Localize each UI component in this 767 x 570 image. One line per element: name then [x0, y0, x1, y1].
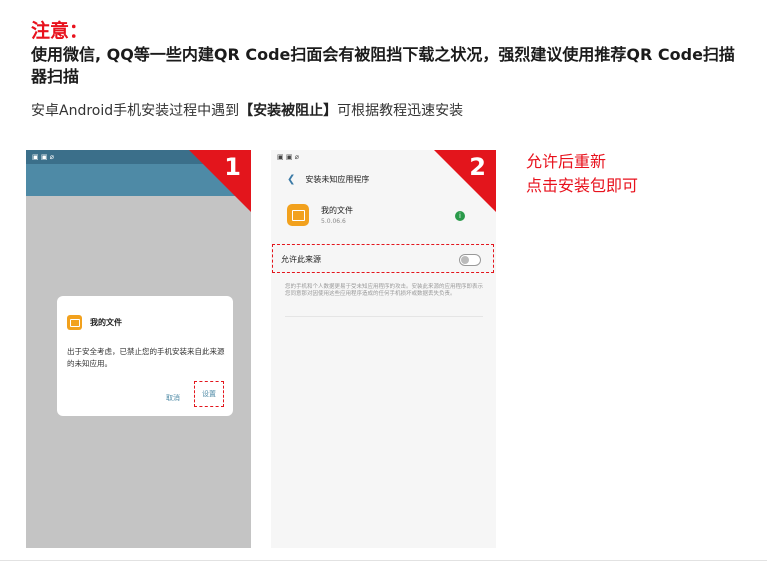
- dialog-message: 出于安全考虑，已禁止您的手机安装来自此来源的未知应用。: [67, 347, 225, 368]
- phone-screenshot-1: ▣ ▣ ⌀ ◀ ▣ ≋ .ıl 10 1 我的文件 出于安全考虑，已禁止您的手机…: [26, 150, 251, 548]
- side-note-line1: 允许后重新: [526, 152, 607, 171]
- instruction-bold: 【安装被阻止】: [239, 103, 338, 119]
- status-icons-left: ▣ ▣ ⌀: [32, 153, 54, 161]
- warning-description: 您的手机和个人数据更易于受未知应用程序的攻击。安装此来源的应用程序即表示您同意那…: [285, 284, 484, 297]
- allow-source-label: 允许此来源: [281, 255, 321, 264]
- back-arrow-icon[interactable]: ❮: [287, 174, 295, 185]
- step-badge: [189, 150, 251, 212]
- settings-title: 安装未知应用程序: [305, 174, 370, 184]
- app-version: 5.0.06.6: [321, 218, 346, 225]
- settings-header: ❮ 安装未知应用程序: [271, 164, 496, 194]
- toggle-knob: [461, 256, 469, 264]
- dialog-title: 我的文件: [90, 318, 122, 327]
- app-name: 我的文件: [321, 206, 353, 215]
- instruction-line: 安卓Android手机安装过程中遇到【安装被阻止】可根据教程迅速安装: [31, 100, 463, 120]
- allow-source-row[interactable]: 允许此来源: [272, 244, 494, 273]
- folder-icon: [67, 315, 82, 330]
- side-note-line2: 点击安装包即可: [526, 176, 639, 195]
- blocked-dialog: 我的文件 出于安全考虑，已禁止您的手机安装来自此来源的未知应用。 取消 设置: [57, 296, 233, 416]
- status-icons-left: ▣ ▣ ⌀: [277, 153, 299, 161]
- instruction-pre: 安卓Android手机安装过程中遇到: [31, 103, 240, 119]
- divider: [285, 316, 483, 317]
- bottom-divider: [0, 560, 767, 561]
- phone-screenshot-2: ▣ ▣ ⌀ ◀ ▣ ≋ .ıl 10 2 ❮ 安装未知应用程序 我的文件 5.0…: [271, 150, 496, 548]
- info-icon[interactable]: i: [455, 211, 465, 221]
- folder-icon: [287, 204, 309, 226]
- settings-label: 设置: [202, 390, 216, 398]
- warning-text: 使用微信, QQ等一些内建QR Code扫面会有被阻挡下载之状况，强烈建议使用推…: [31, 45, 735, 86]
- step-number: 1: [224, 153, 241, 181]
- cancel-button[interactable]: 取消: [166, 393, 180, 403]
- dialog-header: 我的文件: [67, 315, 122, 330]
- app-info-row: 我的文件 5.0.06.6: [287, 204, 353, 226]
- notice-title: 注意：: [31, 20, 89, 42]
- settings-button[interactable]: 设置: [194, 381, 224, 407]
- allow-source-toggle[interactable]: [459, 254, 481, 266]
- instruction-post: 可根据教程迅速安装: [337, 103, 464, 119]
- side-note: 允许后重新 点击安装包即可: [526, 150, 638, 198]
